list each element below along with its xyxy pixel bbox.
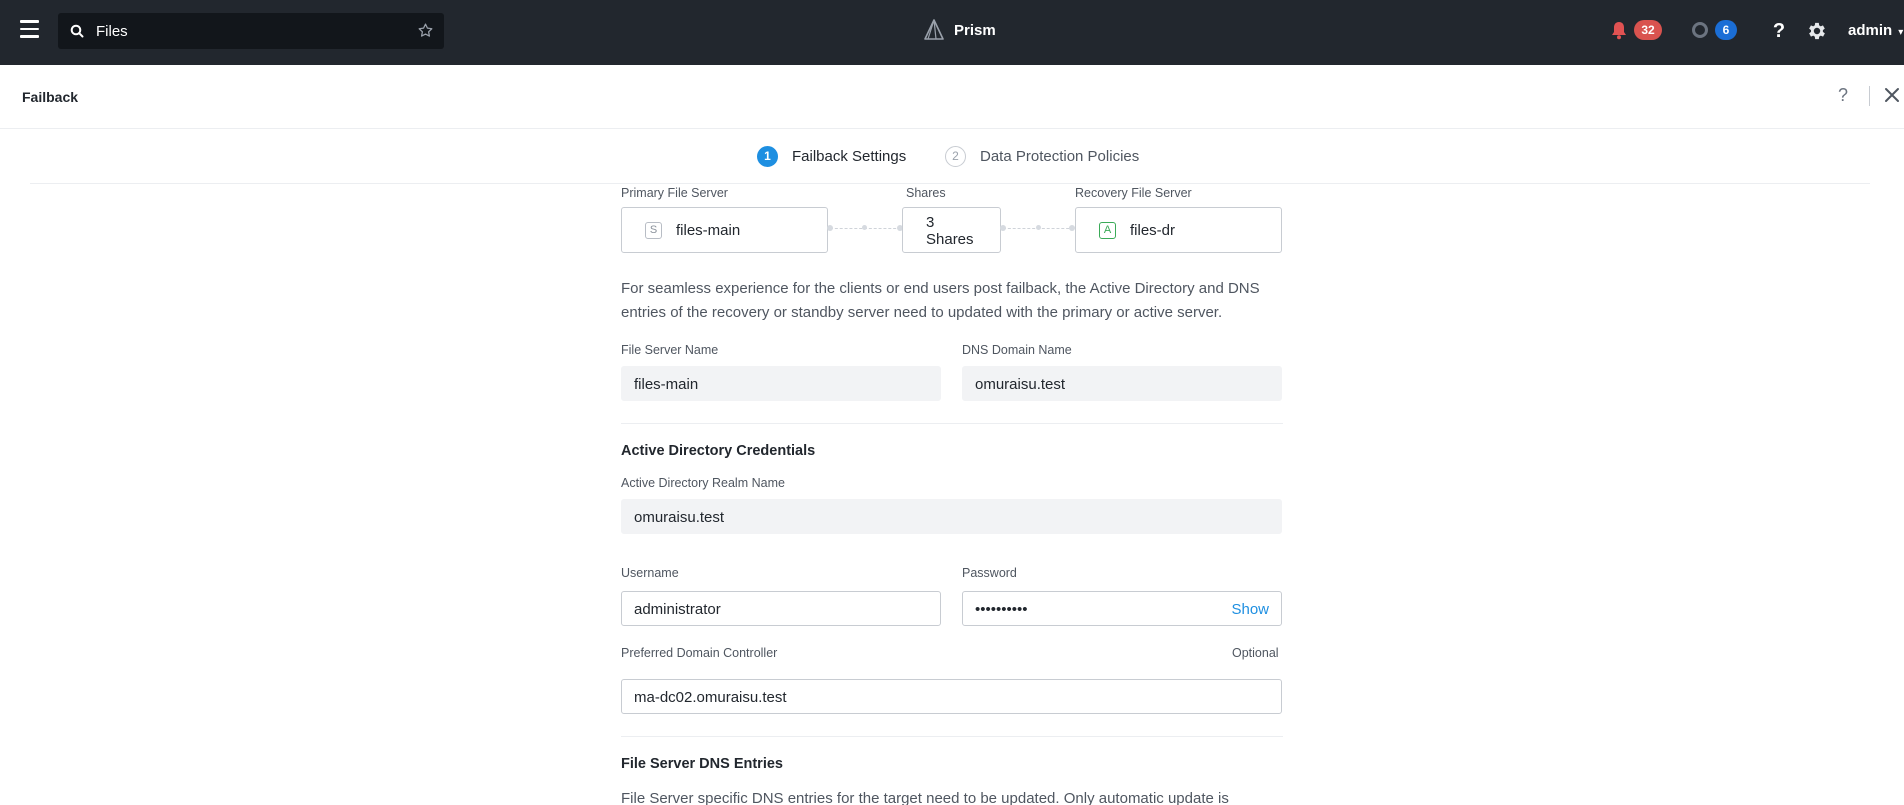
dns-entries-description: File Server specific DNS entries for the…	[621, 790, 1229, 805]
connector-dot	[827, 225, 833, 231]
step-number: 1	[757, 146, 778, 167]
password-value: ••••••••••	[975, 601, 1028, 618]
recovery-file-server-box: A files-dr	[1075, 207, 1282, 253]
close-icon[interactable]	[1882, 85, 1902, 105]
primary-file-server-box: S files-main	[621, 207, 828, 253]
help-icon[interactable]: ?	[1770, 20, 1788, 42]
global-search[interactable]	[58, 13, 444, 49]
primary-file-server-caption: Primary File Server	[621, 186, 728, 200]
user-menu[interactable]: admin ▾	[1848, 22, 1903, 39]
shares-count: 3	[926, 214, 935, 231]
file-server-name-field: files-main	[621, 366, 941, 401]
user-name: admin	[1848, 22, 1893, 39]
show-password-link[interactable]: Show	[1231, 592, 1269, 627]
preferred-dc-input[interactable]: ma-dc02.omuraisu.test	[621, 679, 1282, 714]
step-number: 2	[945, 146, 966, 167]
shares-box: 3 Shares	[902, 207, 1001, 253]
modal-help-icon[interactable]: ?	[1838, 85, 1848, 106]
connector-dot	[1000, 225, 1006, 231]
tasks-count-badge[interactable]: 6	[1715, 20, 1737, 40]
modal-header: Failback ?	[0, 65, 1904, 129]
ad-credentials-title: Active Directory Credentials	[621, 443, 816, 459]
menu-icon[interactable]	[20, 20, 39, 42]
tasks-indicator[interactable]: 6	[1691, 20, 1737, 40]
ad-realm-field: omuraisu.test	[621, 499, 1282, 534]
optional-label: Optional	[1232, 646, 1279, 660]
connector-dot	[862, 225, 867, 230]
prism-brand: Prism	[924, 19, 996, 41]
dns-domain-name-field: omuraisu.test	[962, 366, 1282, 401]
search-input[interactable]	[96, 13, 396, 49]
top-navigation-bar: Prism 32 6 ? admin ▾	[0, 0, 1904, 65]
connector-dot	[1036, 225, 1041, 230]
alerts-indicator[interactable]: 32	[1610, 20, 1662, 40]
username-label: Username	[621, 566, 679, 580]
gear-icon[interactable]	[1806, 20, 1828, 42]
step-label: Data Protection Policies	[980, 148, 1140, 165]
shares-caption: Shares	[906, 186, 946, 200]
dns-domain-name-label: DNS Domain Name	[962, 343, 1072, 357]
brand-name: Prism	[954, 21, 996, 39]
modal-title: Failback	[22, 89, 79, 105]
password-label: Password	[962, 566, 1017, 580]
standby-badge-icon: S	[645, 221, 662, 239]
wizard-steps: 1 Failback Settings 2 Data Protection Po…	[0, 130, 1904, 184]
prism-logo-icon	[924, 19, 944, 40]
active-badge-icon: A	[1099, 221, 1116, 239]
file-server-name-label: File Server Name	[621, 343, 719, 357]
tasks-circle-icon[interactable]	[1691, 21, 1709, 39]
header-divider	[1869, 86, 1870, 106]
section-divider	[621, 736, 1283, 737]
section-divider	[621, 423, 1283, 424]
preferred-dc-label: Preferred Domain Controller	[621, 646, 778, 660]
shares-label: Shares	[926, 231, 974, 248]
star-icon[interactable]	[417, 22, 434, 39]
search-icon	[70, 24, 84, 38]
ad-realm-label: Active Directory Realm Name	[621, 476, 785, 490]
recovery-file-server-caption: Recovery File Server	[1075, 186, 1192, 200]
bell-icon[interactable]	[1610, 20, 1628, 40]
dns-entries-title: File Server DNS Entries	[621, 756, 783, 772]
step-data-protection-policies[interactable]: 2 Data Protection Policies	[945, 146, 1139, 167]
username-input[interactable]: administrator	[621, 591, 941, 626]
step-label: Failback Settings	[792, 148, 907, 165]
chevron-down-icon: ▾	[1898, 27, 1904, 38]
recovery-file-server-name: files-dr	[1130, 221, 1176, 239]
failback-description: For seamless experience for the clients …	[621, 280, 1260, 321]
step-failback-settings[interactable]: 1 Failback Settings	[757, 146, 906, 167]
steps-divider	[30, 183, 1870, 184]
primary-file-server-name: files-main	[676, 221, 741, 239]
alerts-count-badge[interactable]: 32	[1634, 20, 1662, 40]
password-input[interactable]: •••••••••• Show	[962, 591, 1282, 626]
